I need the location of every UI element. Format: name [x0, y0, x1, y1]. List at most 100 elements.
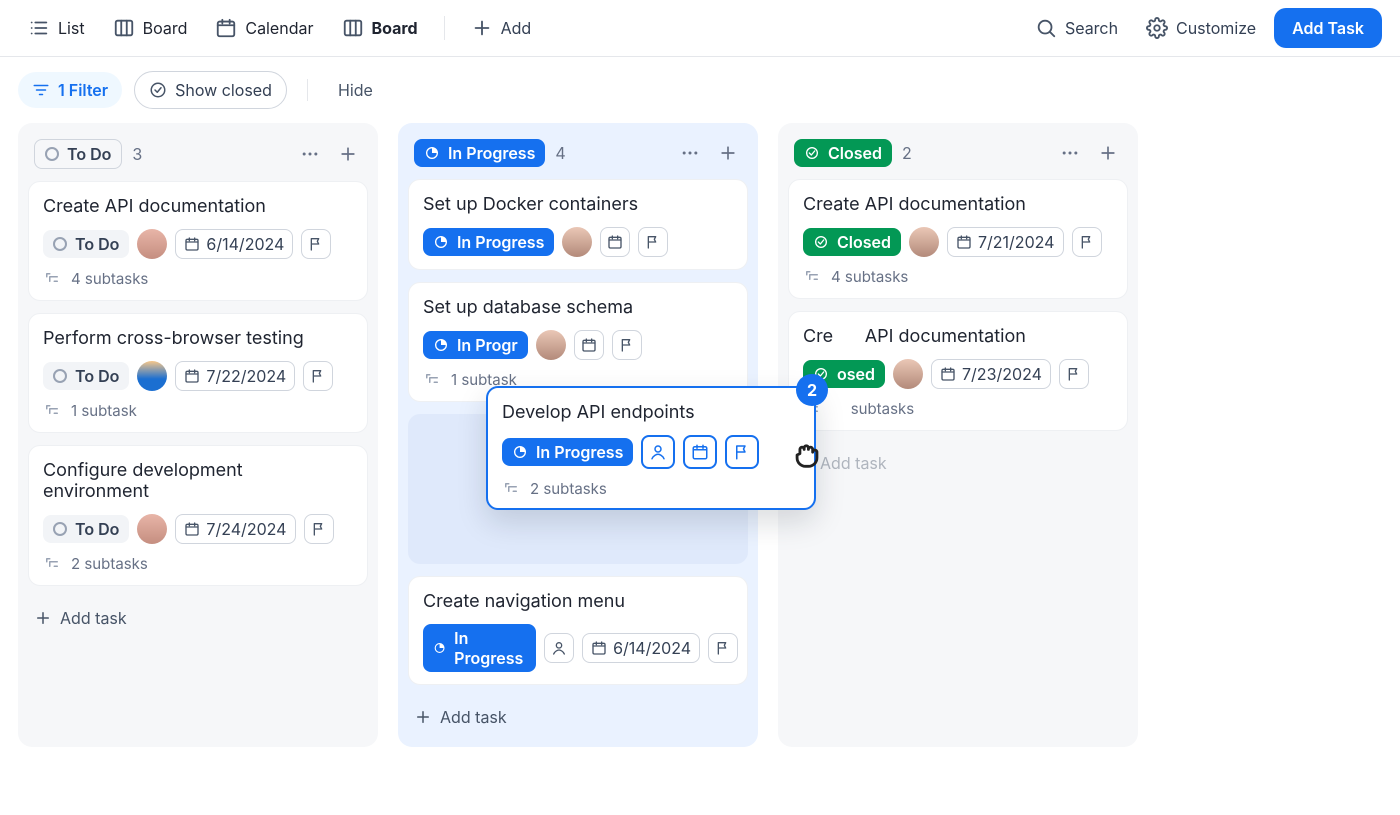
calendar-icon — [591, 640, 607, 656]
task-status-pill[interactable]: Closed — [803, 228, 901, 256]
task-title: Create navigation menu — [423, 591, 733, 612]
task-card[interactable]: Create API documentation Closed 7/21/202… — [788, 179, 1128, 299]
column-menu-button[interactable] — [676, 139, 704, 167]
task-title-part: Cre — [803, 326, 833, 347]
subtask-meta: 2 subtasks — [43, 554, 353, 573]
task-card[interactable]: Set up database schema In Progr 1 subtas… — [408, 282, 748, 402]
task-card[interactable]: Perform cross-browser testing To Do 7/22… — [28, 313, 368, 433]
due-date-chip[interactable]: 6/14/2024 — [175, 229, 293, 259]
due-date-chip[interactable]: 6/14/2024 — [582, 633, 700, 663]
task-card[interactable]: Create API documentation osed 7/23/2024 … — [788, 311, 1128, 431]
column-add-button[interactable] — [334, 140, 362, 168]
task-status-pill[interactable]: In Progress — [423, 228, 554, 256]
task-card[interactable]: Create navigation menu In Progress 6/14/… — [408, 576, 748, 685]
priority-flag-button[interactable] — [303, 361, 333, 391]
task-status-pill[interactable]: In Progress — [502, 438, 633, 466]
subtask-count: subtasks — [851, 399, 914, 418]
due-date-chip[interactable]: 7/23/2024 — [931, 359, 1051, 389]
column-status-pill[interactable]: To Do — [34, 139, 122, 169]
top-tabs: List Board Calendar Board Add Search Cus… — [0, 0, 1400, 57]
task-title: Create API documentation — [43, 196, 353, 217]
task-status-label: In Progr — [457, 335, 518, 355]
check-circle-icon — [804, 145, 820, 161]
due-date-label: 7/24/2024 — [206, 519, 286, 539]
column-status-pill[interactable]: In Progress — [414, 139, 545, 167]
add-view-label: Add — [501, 18, 532, 38]
due-date-chip[interactable]: 7/24/2024 — [175, 514, 295, 544]
task-card[interactable]: Configure development environment To Do … — [28, 445, 368, 586]
assignee-avatar[interactable] — [536, 330, 566, 360]
hide-label: Hide — [338, 80, 373, 100]
column-menu-button[interactable] — [1056, 139, 1084, 167]
priority-flag-button[interactable] — [708, 633, 738, 663]
task-card[interactable]: Create API documentation To Do 6/14/2024… — [28, 181, 368, 301]
task-status-pill[interactable]: To Do — [43, 515, 129, 543]
column-title: Closed — [828, 143, 882, 163]
more-icon — [680, 143, 700, 163]
assignee-avatar[interactable] — [893, 359, 923, 389]
priority-flag-button[interactable] — [725, 435, 759, 469]
add-task-in-column[interactable]: Add task — [28, 598, 133, 638]
column-status-pill[interactable]: Closed — [794, 139, 892, 167]
column-add-button[interactable] — [714, 139, 742, 167]
task-status-pill[interactable]: To Do — [43, 362, 129, 390]
view-board-label-1: Board — [143, 18, 188, 38]
view-list[interactable]: List — [18, 11, 95, 45]
add-task-in-column[interactable]: Add task — [408, 697, 513, 737]
due-date-chip[interactable]: 7/22/2024 — [175, 361, 295, 391]
due-date-button[interactable] — [574, 330, 604, 360]
task-status-label: To Do — [75, 234, 119, 254]
column-menu-button[interactable] — [296, 140, 324, 168]
priority-flag-button[interactable] — [638, 227, 668, 257]
priority-flag-button[interactable] — [304, 514, 334, 544]
calendar-icon — [691, 443, 709, 461]
add-task-button[interactable]: Add Task — [1274, 8, 1382, 48]
priority-flag-button[interactable] — [1059, 359, 1089, 389]
due-date-button[interactable] — [600, 227, 630, 257]
task-status-label: Closed — [837, 232, 891, 252]
flag-icon — [645, 234, 661, 250]
assignee-placeholder[interactable] — [544, 633, 574, 663]
task-status-label: In Progress — [536, 442, 623, 462]
task-status-pill[interactable]: To Do — [43, 230, 129, 258]
due-date-chip[interactable]: 7/21/2024 — [947, 227, 1064, 257]
subtasks-icon — [423, 371, 441, 389]
column-add-button[interactable] — [1094, 139, 1122, 167]
add-view-button[interactable]: Add — [461, 11, 542, 45]
task-status-pill[interactable]: In Progress — [423, 624, 536, 672]
show-closed-toggle[interactable]: Show closed — [134, 71, 287, 109]
priority-flag-button[interactable] — [1072, 227, 1102, 257]
column-count: 2 — [902, 143, 912, 163]
flag-icon — [308, 236, 324, 252]
calendar-icon — [940, 366, 956, 382]
status-dot-icon — [45, 147, 59, 161]
filter-button[interactable]: 1 Filter — [18, 72, 122, 108]
subtask-meta: 4 subtasks — [43, 269, 353, 288]
hide-button[interactable]: Hide — [328, 74, 383, 106]
subtasks-icon — [502, 480, 520, 498]
priority-flag-button[interactable] — [612, 330, 642, 360]
progress-icon — [433, 640, 446, 656]
customize-button[interactable]: Customize — [1136, 11, 1266, 45]
assignee-avatar[interactable] — [137, 361, 167, 391]
view-board-active[interactable]: Board — [332, 11, 428, 45]
add-task-label: Add task — [440, 707, 507, 727]
assignee-avatar[interactable] — [137, 229, 167, 259]
search-button[interactable]: Search — [1025, 11, 1128, 45]
flag-icon — [733, 443, 751, 461]
task-status-pill[interactable]: In Progr — [423, 331, 528, 359]
flag-icon — [1079, 234, 1095, 250]
view-calendar[interactable]: Calendar — [205, 11, 323, 45]
assignee-avatar[interactable] — [562, 227, 592, 257]
assignee-placeholder[interactable] — [641, 435, 675, 469]
assignee-avatar[interactable] — [909, 227, 939, 257]
due-date-button[interactable] — [683, 435, 717, 469]
plus-icon — [34, 609, 52, 627]
task-card[interactable]: Set up Docker containers In Progress — [408, 179, 748, 270]
dragging-task-card[interactable]: 2 Develop API endpoints In Progress 2 su… — [486, 386, 816, 510]
assignee-avatar[interactable] — [137, 514, 167, 544]
priority-flag-button[interactable] — [301, 229, 331, 259]
due-date-label: 7/22/2024 — [206, 366, 286, 386]
view-board-1[interactable]: Board — [103, 11, 198, 45]
status-dot-icon — [53, 237, 67, 251]
